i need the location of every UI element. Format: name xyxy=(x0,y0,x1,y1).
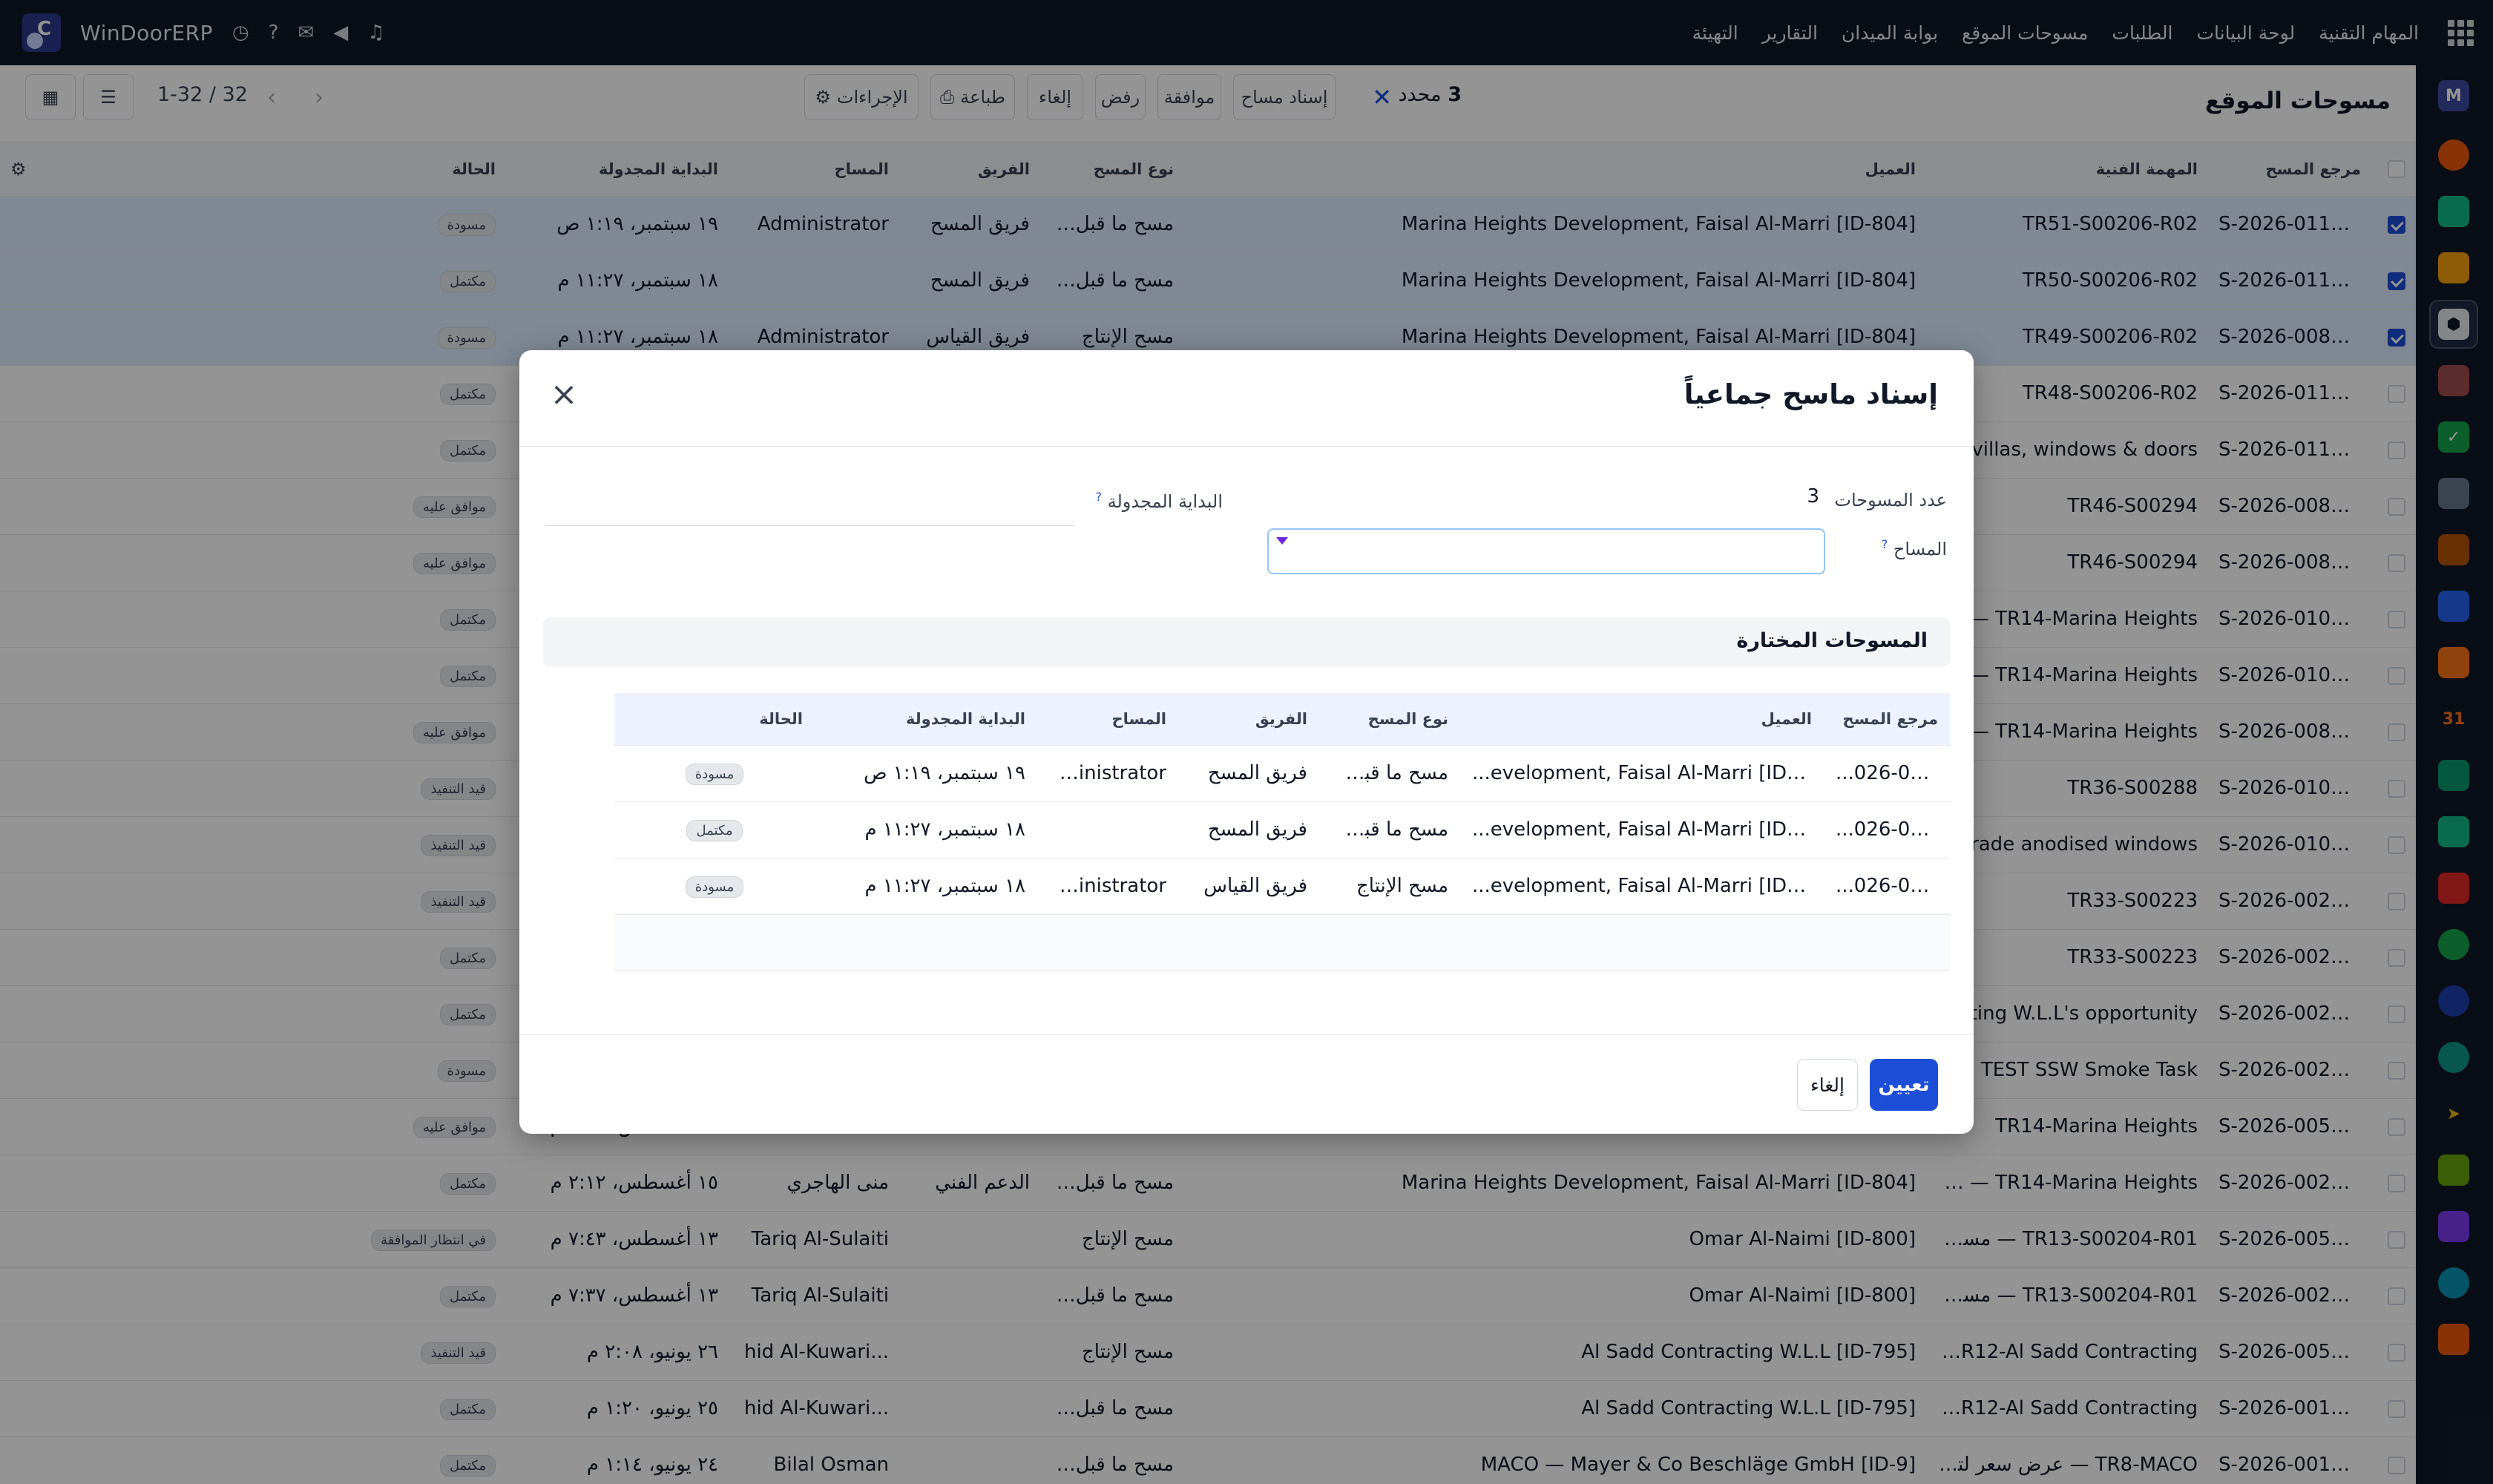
sub-column-header-start: البداية المجدولة xyxy=(815,693,1037,746)
survey-type-cell: مسح ما قبل الع... xyxy=(1319,745,1460,802)
sub-column-header-client: العميل xyxy=(1460,693,1824,746)
surveyor-select[interactable] xyxy=(1267,528,1825,574)
dialog-header: إسناد ماسح جماعياً × xyxy=(519,350,1974,447)
survey-count-label: عدد المسوحات xyxy=(1834,490,1947,510)
dropdown-caret-icon xyxy=(1276,537,1288,545)
survey-ref-cell: ...026-0117 xyxy=(1824,745,1950,802)
sub-column-header-team: الفريق xyxy=(1178,693,1319,746)
assign-button[interactable]: تعيين xyxy=(1870,1059,1938,1111)
surveyor-label-text: المساح xyxy=(1893,539,1947,559)
status-cell: مسودة xyxy=(614,745,815,802)
sub-column-header-status: الحالة xyxy=(614,693,815,746)
selected-survey-row: ...026-0117 ...evelopment, Faisal Al-Marr… xyxy=(614,745,1950,802)
scheduled-start-input[interactable] xyxy=(545,525,1074,526)
survey-count-label-text: عدد المسوحات xyxy=(1834,490,1947,510)
selected-surveys-table: مرجع المسح العميل نوع المسح الفريق المسا… xyxy=(614,693,1950,971)
scheduled-start-cell: ١٨ سبتمبر، ١١:٢٧ م xyxy=(815,801,1037,858)
surveyor-cell xyxy=(1037,801,1178,858)
survey-type-cell: مسح الإنتاج xyxy=(1319,858,1460,915)
status-cell: مكتمل xyxy=(614,801,815,858)
status-badge: مسودة xyxy=(685,764,744,785)
scheduled-start-cell: ١٩ سبتمبر، ١:١٩ ص xyxy=(815,745,1037,802)
sub-column-header-ref: مرجع المسح xyxy=(1824,693,1950,746)
sub-column-header-surveyor: المساح xyxy=(1037,693,1178,746)
status-cell: مسودة xyxy=(614,858,815,915)
sub-table-header-row: مرجع المسح العميل نوع المسح الفريق المسا… xyxy=(614,693,1950,746)
client-cell: ...evelopment, Faisal Al-Marri [ID-804] xyxy=(1460,858,1824,915)
bulk-assign-dialog: إسناد ماسح جماعياً × عدد المسوحات 3 البد… xyxy=(519,350,1974,1134)
survey-ref-cell: ...026-0086 xyxy=(1824,858,1950,915)
status-badge: مسودة xyxy=(685,876,744,898)
section-title: المسوحات المختارة xyxy=(1736,629,1928,652)
surveyor-label: المساح ? xyxy=(1882,537,1947,559)
surveyor-cell: Administrator xyxy=(1037,745,1178,802)
selected-survey-row: ...026-0086 ...evelopment, Faisal Al-Marr… xyxy=(614,858,1950,915)
survey-ref-cell: ...026-0116 xyxy=(1824,801,1950,858)
empty-row xyxy=(614,914,1950,971)
client-cell: ...evelopment, Faisal Al-Marri [ID-804] xyxy=(1460,801,1824,858)
team-cell: فريق القياس xyxy=(1178,858,1319,915)
scheduled-start-cell: ١٨ سبتمبر، ١١:٢٧ م xyxy=(815,858,1037,915)
selected-surveys-body: ...026-0117 ...evelopment, Faisal Al-Marr… xyxy=(614,745,1950,971)
help-tooltip-icon[interactable]: ? xyxy=(1882,537,1888,551)
dialog-title: إسناد ماسح جماعياً xyxy=(1684,378,1938,410)
scheduled-start-label-text: البداية المجدولة xyxy=(1107,491,1223,512)
team-cell: فريق المسح xyxy=(1178,801,1319,858)
survey-count-value: 3 xyxy=(1807,485,1819,508)
dialog-footer: تعيين إلغاء xyxy=(519,1034,1974,1134)
team-cell: فريق المسح xyxy=(1178,745,1319,802)
survey-type-cell: مسح ما قبل الع... xyxy=(1319,801,1460,858)
selected-survey-row: ...026-0116 ...evelopment, Faisal Al-Marr… xyxy=(614,801,1950,858)
empty-cell xyxy=(614,914,1950,971)
cancel-button[interactable]: إلغاء xyxy=(1797,1059,1858,1111)
sub-column-header-type: نوع المسح xyxy=(1319,693,1460,746)
help-tooltip-icon[interactable]: ? xyxy=(1095,490,1102,504)
selected-surveys-section: المسوحات المختارة xyxy=(543,617,1950,666)
close-icon[interactable]: × xyxy=(548,378,580,413)
client-cell: ...evelopment, Faisal Al-Marri [ID-804] xyxy=(1460,745,1824,802)
surveyor-cell: Administrator xyxy=(1037,858,1178,915)
status-badge: مكتمل xyxy=(686,820,743,841)
scheduled-start-label: البداية المجدولة ? xyxy=(1095,490,1223,512)
